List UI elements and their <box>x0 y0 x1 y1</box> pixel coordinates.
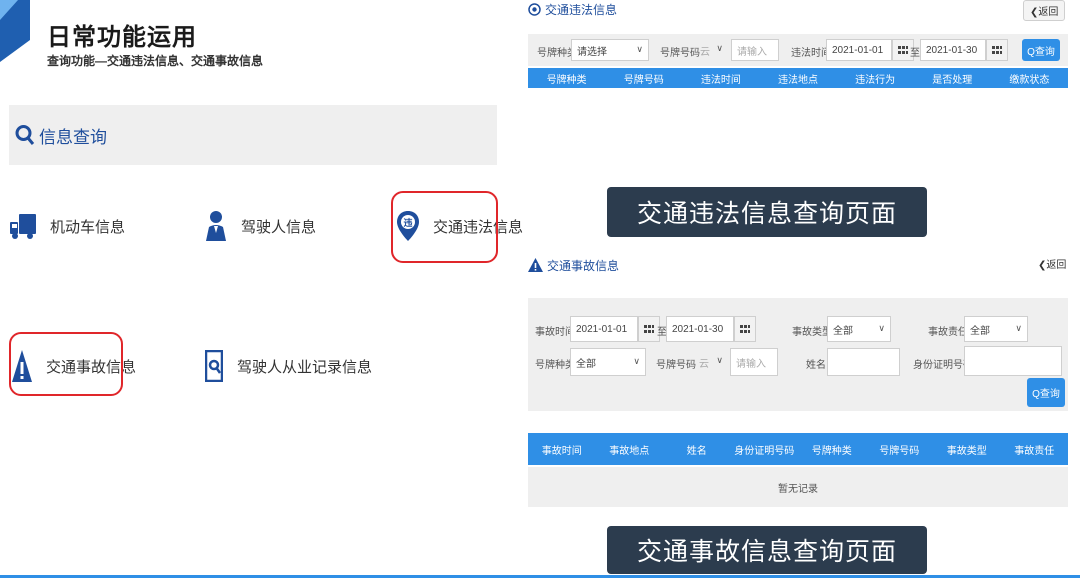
accident-plate-type-select[interactable]: 全部 ∨ <box>570 348 646 376</box>
column-header: 号牌号码 <box>623 74 664 86</box>
accident-resp-select[interactable]: 全部 ∨ <box>964 316 1028 342</box>
accident-query-button[interactable]: Q查询 <box>1027 378 1065 407</box>
violation-date-from-input[interactable]: 2021-01-01 <box>826 39 892 61</box>
calendar-icon[interactable] <box>986 39 1008 61</box>
calendar-icon[interactable] <box>734 316 756 342</box>
column-header: 事故类型 <box>946 445 987 457</box>
chevron-down-icon: ∨ <box>1015 323 1022 333</box>
info-query-label: 信息查询 <box>39 127 107 147</box>
accident-date-from-input[interactable]: 2021-01-01 <box>570 316 638 342</box>
violation-panel-title: 交通违法信息 <box>545 2 618 17</box>
violation-query-button[interactable]: Q查询 <box>1022 39 1060 61</box>
accident-plate-prefix-select[interactable]: 云 ∨ <box>694 348 728 376</box>
chevron-down-icon: ∨ <box>716 43 723 53</box>
accident-type-label: 事故类型 <box>792 327 832 338</box>
accident-name-input[interactable] <box>827 348 900 376</box>
location-icon <box>528 2 541 16</box>
column-header: 违法地点 <box>777 74 818 86</box>
accident-id-input[interactable] <box>964 346 1062 376</box>
accident-name-label: 姓名 <box>806 360 826 371</box>
chevron-down-icon: ∨ <box>878 323 885 333</box>
column-header: 事故时间 <box>541 445 582 457</box>
violation-back-button[interactable]: ❮返回 <box>1023 0 1066 21</box>
column-header: 事故责任 <box>1014 445 1055 457</box>
accident-date-to-input[interactable]: 2021-01-30 <box>666 316 734 342</box>
plate-no-input[interactable]: 请输入 <box>731 39 779 61</box>
chevron-down-icon: ∨ <box>716 355 723 365</box>
highlight-accident-info <box>9 332 123 396</box>
column-header: 是否处理 <box>932 74 973 86</box>
column-header: 姓名 <box>686 445 707 457</box>
menu-item-label: 驾驶人从业记录信息 <box>237 358 373 376</box>
accident-plate-no-input[interactable]: 请输入 <box>730 348 778 376</box>
violation-panel-header: 交通违法信息 <box>528 0 1068 18</box>
slide-title: 日常功能运用 <box>47 24 197 51</box>
warning-triangle-icon <box>528 258 543 272</box>
accident-page-caption: 交通事故信息查询页面 <box>607 526 927 574</box>
accident-panel-title: 交通事故信息 <box>547 258 620 273</box>
document-search-icon <box>205 350 223 382</box>
accident-type-select[interactable]: 全部 ∨ <box>827 316 891 342</box>
violation-time-label: 违法时间 <box>791 48 831 59</box>
menu-item-driver-employment-record[interactable]: 驾驶人从业记录信息 <box>205 350 372 382</box>
accident-plate-type-label: 号牌种类 <box>535 360 575 371</box>
plate-no-label: 号牌号码 <box>660 48 700 59</box>
highlight-violation-info <box>391 191 498 263</box>
empty-state-text: 暂无记录 <box>778 483 818 495</box>
violation-page-caption: 交通违法信息查询页面 <box>607 187 927 237</box>
column-header: 事故地点 <box>609 445 650 457</box>
plate-type-select[interactable]: 请选择 ∨ <box>571 39 649 61</box>
driver-person-icon <box>206 211 226 241</box>
menu-item-vehicle-info[interactable]: 机动车信息 <box>10 212 125 240</box>
search-icon <box>15 125 35 145</box>
accident-table-empty-row: 暂无记录 <box>528 467 1068 507</box>
accident-resp-label: 事故责任 <box>928 327 968 338</box>
violation-table-header: 号牌种类 号牌号码 违法时间 违法地点 违法行为 是否处理 缴款状态 <box>528 68 1068 88</box>
chevron-down-icon: ∨ <box>636 44 643 54</box>
accident-plate-no-label: 号牌号码 <box>656 360 696 371</box>
accident-time-label: 事故时间 <box>535 327 575 338</box>
plate-prefix-select[interactable]: 云 ∨ <box>695 39 728 61</box>
truck-icon <box>10 214 36 239</box>
column-header: 违法时间 <box>700 74 741 86</box>
corner-decoration <box>0 0 30 62</box>
accident-back-button[interactable]: ❮返回 <box>1032 254 1072 273</box>
column-header: 缴款状态 <box>1009 74 1050 86</box>
chevron-down-icon: ∨ <box>633 356 640 366</box>
slide-subtitle: 查询功能—交通违法信息、交通事故信息 <box>47 54 264 68</box>
column-header: 违法行为 <box>855 74 896 86</box>
accident-panel-header: 交通事故信息 <box>528 254 1068 276</box>
violation-date-to-input[interactable]: 2021-01-30 <box>920 39 986 61</box>
accident-table-header: 事故时间 事故地点 姓名 身份证明号码 号牌种类 号牌号码 事故类型 事故责任 <box>528 433 1068 465</box>
menu-item-label: 驾驶人信息 <box>241 218 317 236</box>
column-header: 号牌种类 <box>811 445 852 457</box>
menu-item-label: 机动车信息 <box>50 218 126 236</box>
info-query-header: 信息查询 <box>9 105 497 165</box>
column-header: 身份证明号码 <box>734 445 795 457</box>
menu-item-driver-info[interactable]: 驾驶人信息 <box>205 210 316 242</box>
column-header: 号牌种类 <box>546 74 587 86</box>
date-to-separator: 至 <box>910 48 920 59</box>
column-header: 号牌号码 <box>879 445 920 457</box>
